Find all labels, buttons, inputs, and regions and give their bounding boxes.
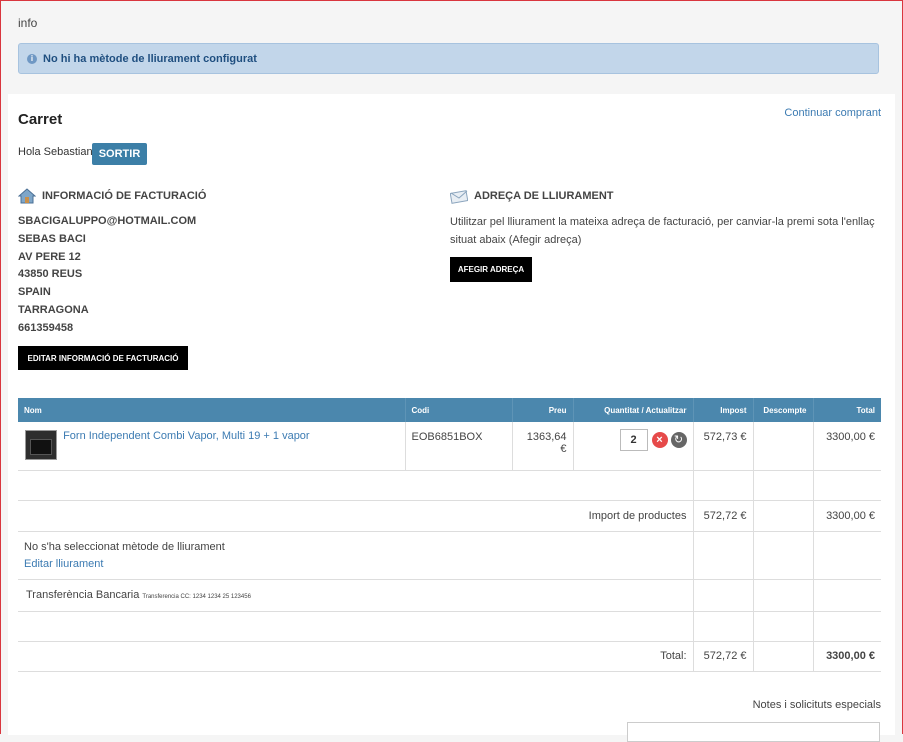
shipping-row: No s'ha seleccionat mètode de lliurament… [18, 531, 881, 580]
greeting: Hola Sebastian [18, 146, 93, 158]
billing-line-name: SEBAS BACI [18, 232, 86, 245]
header-name: Nom [18, 398, 406, 422]
header-discount: Descompte [753, 398, 814, 422]
envelope-icon [450, 190, 468, 204]
product-total: 3300,00 € [812, 422, 881, 471]
header-tax: Impost [693, 398, 754, 422]
edit-shipping-link[interactable]: Editar lliurament [24, 558, 687, 570]
grand-total-label: Total: [18, 641, 693, 672]
payment-method-label: Transferència Bancaria [26, 589, 140, 601]
product-thumbnail[interactable] [25, 430, 57, 460]
refresh-icon[interactable]: ↻ [670, 432, 687, 448]
billing-line-phone: 661359458 [18, 321, 74, 334]
billing-line-city: 43850 REUS [18, 268, 83, 281]
billing-heading-label: INFORMACIÓ DE FACTURACIÓ [42, 190, 207, 202]
product-tax: 572,73 € [692, 422, 753, 471]
notes-label: Notes i solicituts especials [752, 699, 881, 711]
payment-cell: Transferència Bancaria Transferencia CC:… [18, 579, 693, 612]
shipping-heading-label: ADREÇA DE LLIURAMENT [474, 190, 614, 202]
spacer-row [18, 470, 881, 501]
cart-title: Carret [18, 111, 63, 128]
continue-shopping-link[interactable]: Continuar comprant [784, 107, 881, 119]
billing-line-region: TARRAGONA [18, 303, 89, 316]
grand-total-tax: 572,72 € [692, 641, 753, 672]
house-icon [18, 188, 36, 204]
delete-icon[interactable]: × [651, 432, 668, 448]
quantity-input[interactable]: 2 [619, 429, 648, 451]
billing-line-email: SBACIGALUPPO@HOTMAIL.COM [18, 215, 197, 227]
subtotal-label: Import de productes [18, 500, 693, 532]
spacer-row [18, 611, 881, 642]
alert-banner: i No hi ha mètode de lliurament configur… [18, 43, 879, 74]
billing-line-country: SPAIN [18, 286, 51, 299]
logout-button[interactable]: SORTIR [92, 143, 147, 165]
subtotal-tax: 572,72 € [692, 500, 753, 532]
product-code: EOB6851BOX [404, 422, 512, 471]
header-quantity: Quantitat / Actualitzar [573, 398, 694, 422]
cart-table: Nom Codi Preu Quantitat / Actualitzar Im… [18, 398, 881, 672]
notes-textarea[interactable] [627, 722, 880, 742]
billing-heading: INFORMACIÓ DE FACTURACIÓ [18, 188, 206, 204]
info-icon: i [27, 53, 37, 64]
payment-row: Transferència Bancaria Transferencia CC:… [18, 579, 881, 612]
alert-message: No hi ha mètode de lliurament configurat [43, 52, 257, 65]
product-discount [752, 422, 813, 471]
product-link[interactable]: Forn Independent Combi Vapor, Multi 19 +… [63, 430, 310, 442]
grand-total-value: 3300,00 € [812, 641, 881, 672]
header-total: Total [813, 398, 881, 422]
header-code: Codi [405, 398, 513, 422]
grand-total-row: Total: 572,72 € 3300,00 € [18, 641, 881, 672]
table-header-row: Nom Codi Preu Quantitat / Actualitzar Im… [18, 398, 881, 422]
info-title: info [18, 16, 38, 30]
product-price: 1363,64 € [511, 422, 573, 471]
shipping-method-label: No s'ha seleccionat mètode de lliurament [24, 540, 225, 553]
table-row: Forn Independent Combi Vapor, Multi 19 +… [18, 422, 881, 471]
shipping-text: Utilitzar pel lliurament la mateixa adre… [450, 216, 875, 246]
shipping-heading: ADREÇA DE LLIURAMENT [450, 188, 614, 204]
payment-note: Transferencia CC: 1234 1234 25 123456 [142, 594, 251, 600]
shipping-cell: No s'ha seleccionat mètode de lliurament… [18, 531, 693, 580]
subtotal-total: 3300,00 € [812, 500, 881, 532]
header-price: Preu [512, 398, 574, 422]
billing-line-street: AV PERE 12 [18, 250, 81, 263]
add-address-button[interactable]: AFEGIR ADREÇA [450, 257, 532, 282]
billing-address: SBACIGALUPPO@HOTMAIL.COM SEBAS BACI AV P… [18, 213, 196, 338]
product-cell: Forn Independent Combi Vapor, Multi 19 +… [18, 422, 405, 471]
subtotal-row: Import de productes 572,72 € 3300,00 € [18, 500, 881, 532]
quantity-cell: 2 × ↻ [572, 422, 693, 471]
edit-billing-button[interactable]: EDITAR INFORMACIÓ DE FACTURACIÓ [18, 346, 188, 370]
